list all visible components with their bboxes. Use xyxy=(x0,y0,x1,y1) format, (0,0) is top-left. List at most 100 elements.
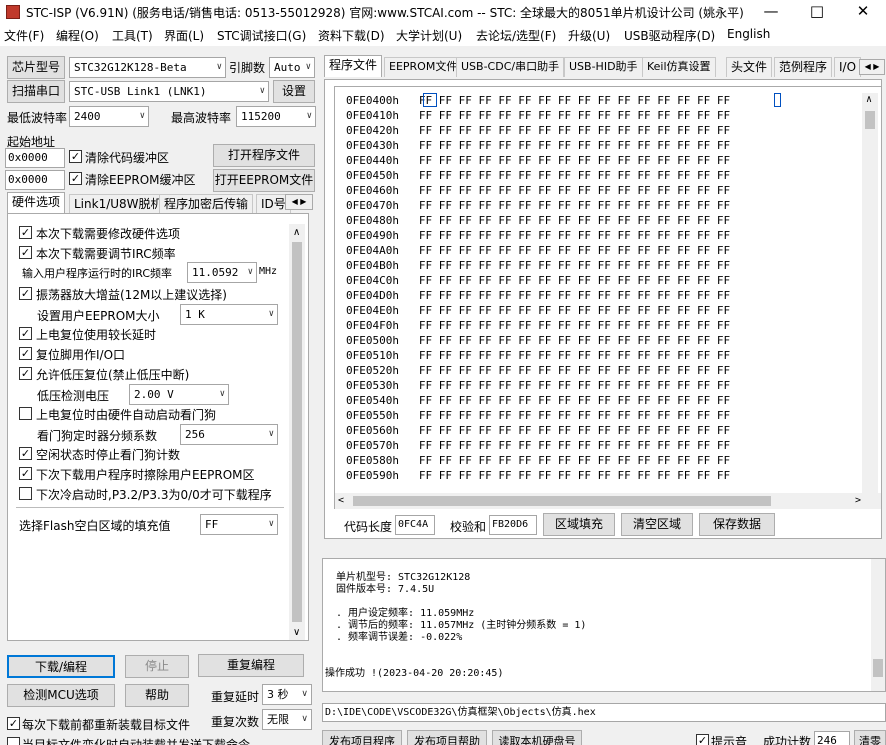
hex-row[interactable]: 0FE0420h FF FF FF FF FF FF FF FF FF FF F… xyxy=(346,123,730,138)
hex-row[interactable]: 0FE0480h FF FF FF FF FF FF FF FF FF FF F… xyxy=(346,213,730,228)
menu-university[interactable]: 大学计划(U) xyxy=(396,27,462,44)
scrollbar-thumb[interactable] xyxy=(353,496,771,506)
hex-row[interactable]: 0FE0570h FF FF FF FF FF FF FF FF FF FF F… xyxy=(346,438,730,453)
hex-row-bytes[interactable]: FF FF FF FF FF FF FF FF FF FF FF FF FF F… xyxy=(419,334,730,347)
hex-row-bytes[interactable]: FF FF FF FF FF FF FF FF FF FF FF FF FF F… xyxy=(419,184,730,197)
oscillator-gain-checkbox[interactable]: ✓ xyxy=(19,287,32,300)
hex-row-bytes[interactable]: FF FF FF FF FF FF FF FF FF FF FF FF FF F… xyxy=(419,304,730,317)
scrollbar-thumb[interactable] xyxy=(873,659,883,677)
download-program-button[interactable]: 下载/编程 xyxy=(7,655,115,678)
tab-hardware-options[interactable]: 硬件选项 xyxy=(7,192,66,214)
hex-row[interactable]: 0FE0410h FF FF FF FF FF FF FF FF FF FF F… xyxy=(346,108,730,123)
eeprom-address-input[interactable]: 0x0000 xyxy=(5,170,65,190)
modify-hardware-checkbox[interactable]: ✓ xyxy=(19,226,32,239)
log-scrollbar[interactable] xyxy=(871,559,885,691)
hex-row[interactable]: 0FE0560h FF FF FF FF FF FF FF FF FF FF F… xyxy=(346,423,730,438)
hex-row-bytes[interactable]: FF FF FF FF FF FF FF FF FF FF FF FF FF F… xyxy=(419,364,730,377)
low-voltage-select[interactable]: 2.00 V ∨ xyxy=(129,384,229,405)
min-baud-select[interactable]: 2400 ∨ xyxy=(69,106,149,127)
scrollbar-thumb[interactable] xyxy=(292,242,302,622)
hex-row[interactable]: 0FE0490h FF FF FF FF FF FF FF FF FF FF F… xyxy=(346,228,730,243)
settings-button[interactable]: 设置 xyxy=(273,80,315,103)
hex-row[interactable]: 0FE0470h FF FF FF FF FF FF FF FF FF FF F… xyxy=(346,198,730,213)
hex-row[interactable]: 0FE04C0h FF FF FF FF FF FF FF FF FF FF F… xyxy=(346,273,730,288)
hex-row-bytes[interactable]: FF FF FF FF FF FF FF FF FF FF FF FF FF F… xyxy=(419,214,730,227)
watchdog-divider-select[interactable]: 256 ∨ xyxy=(180,424,278,445)
hex-row-bytes[interactable]: FF FF FF FF FF FF FF FF FF FF FF FF FF F… xyxy=(419,379,730,392)
hex-row-bytes[interactable]: FF FF FF FF FF FF FF FF FF FF FF FF FF F… xyxy=(419,124,730,137)
hex-row[interactable]: 0FE04A0h FF FF FF FF FF FF FF FF FF FF F… xyxy=(346,243,730,258)
tab-program-file[interactable]: 程序文件 xyxy=(324,55,383,77)
hex-row[interactable]: 0FE0530h FF FF FF FF FF FF FF FF FF FF F… xyxy=(346,378,730,393)
tab-keil-sim[interactable]: Keil仿真设置 xyxy=(642,57,716,77)
help-button[interactable]: 帮助 xyxy=(125,684,189,707)
hex-row[interactable]: 0FE04B0h FF FF FF FF FF FF FF FF FF FF F… xyxy=(346,258,730,273)
menu-forum[interactable]: 去论坛/选型(F) xyxy=(476,27,556,44)
flash-fill-select[interactable]: FF ∨ xyxy=(200,514,278,535)
stop-button[interactable]: 停止 xyxy=(125,655,189,678)
hex-row[interactable]: 0FE0500h FF FF FF FF FF FF FF FF FF FF F… xyxy=(346,333,730,348)
tab-usb-hid[interactable]: USB-HID助手 xyxy=(564,57,643,77)
hex-row-bytes[interactable]: FF FF FF FF FF FF FF FF FF FF FF FF FF F… xyxy=(419,349,730,362)
maximize-button[interactable]: □ xyxy=(794,0,840,24)
hex-row-bytes[interactable]: FF FF FF FF FF FF FF FF FF FF FF FF FF F… xyxy=(419,139,730,152)
close-button[interactable]: ✕ xyxy=(840,0,886,24)
hex-row[interactable]: 0FE0590h FF FF FF FF FF FF FF FF FF FF F… xyxy=(346,468,730,483)
reset-pin-io-checkbox[interactable]: ✓ xyxy=(19,347,32,360)
hex-row[interactable]: 0FE0580h FF FF FF FF FF FF FF FF FF FF F… xyxy=(346,453,730,468)
scroll-down-icon[interactable]: ∨ xyxy=(293,628,300,638)
hex-row-bytes[interactable]: FF FF FF FF FF FF FF FF FF FF FF FF FF F… xyxy=(419,469,730,482)
hex-row-bytes[interactable]: FF FF FF FF FF FF FF FF FF FF FF FF FF F… xyxy=(419,94,730,107)
hex-row[interactable]: 0FE0540h FF FF FF FF FF FF FF FF FF FF F… xyxy=(346,393,730,408)
port-select[interactable]: STC-USB Link1 (LNK1) ∨ xyxy=(69,81,269,102)
menu-docs-download[interactable]: 资料下载(D) xyxy=(318,27,385,44)
scroll-up-icon[interactable]: ∧ xyxy=(293,228,300,238)
hex-row-bytes[interactable]: FF FF FF FF FF FF FF FF FF FF FF FF FF F… xyxy=(419,319,730,332)
menu-upgrade[interactable]: 升级(U) xyxy=(568,27,610,44)
hex-row-bytes[interactable]: FF FF FF FF FF FF FF FF FF FF FF FF FF F… xyxy=(419,409,730,422)
hex-row-bytes[interactable]: FF FF FF FF FF FF FF FF FF FF FF FF FF F… xyxy=(419,259,730,272)
menu-english[interactable]: English xyxy=(727,27,770,41)
pin-count-select[interactable]: Auto ∨ xyxy=(269,57,315,78)
scrollbar-thumb[interactable] xyxy=(865,111,875,129)
hex-horizontal-scrollbar[interactable]: < > xyxy=(335,493,881,509)
hex-row-bytes[interactable]: FF FF FF FF FF FF FF FF FF FF FF FF FF F… xyxy=(419,439,730,452)
reload-before-download-checkbox[interactable]: ✓ xyxy=(7,717,20,730)
hex-row-bytes[interactable]: FF FF FF FF FF FF FF FF FF FF FF FF FF F… xyxy=(419,229,730,242)
hex-row[interactable]: 0FE0510h FF FF FF FF FF FF FF FF FF FF F… xyxy=(346,348,730,363)
eeprom-size-select[interactable]: 1 K ∨ xyxy=(180,304,278,325)
cold-start-p32-checkbox[interactable] xyxy=(19,487,32,500)
publish-project-program-button[interactable]: 发布项目程序 xyxy=(322,730,402,745)
hex-row-bytes[interactable]: FF FF FF FF FF FF FF FF FF FF FF FF FF F… xyxy=(419,424,730,437)
hex-row[interactable]: 0FE0430h FF FF FF FF FF FF FF FF FF FF F… xyxy=(346,138,730,153)
scroll-right-icon[interactable]: > xyxy=(855,496,861,506)
low-voltage-reset-checkbox[interactable]: ✓ xyxy=(19,367,32,380)
menu-tools[interactable]: 工具(T) xyxy=(112,27,153,44)
clear-count-button[interactable]: 清零 xyxy=(854,730,886,745)
tab-header-file[interactable]: 头文件 xyxy=(726,57,773,77)
detect-mcu-button[interactable]: 检测MCU选项 xyxy=(7,684,115,707)
tab-scroll-arrows-icon[interactable]: ◀ ▶ xyxy=(859,59,885,75)
hex-row-bytes[interactable]: FF FF FF FF FF FF FF FF FF FF FF FF FF F… xyxy=(419,289,730,302)
hex-row-bytes[interactable]: FF FF FF FF FF FF FF FF FF FF FF FF FF F… xyxy=(419,244,730,257)
hex-row-bytes[interactable]: FF FF FF FF FF FF FF FF FF FF FF FF FF F… xyxy=(419,109,730,122)
tab-io[interactable]: I/O xyxy=(834,57,862,77)
erase-eeprom-checkbox[interactable]: ✓ xyxy=(19,467,32,480)
clear-code-checkbox[interactable]: ✓ xyxy=(69,150,82,163)
menu-interface[interactable]: 界面(L) xyxy=(164,27,204,44)
menu-debug-interface[interactable]: STC调试接口(G) xyxy=(217,27,306,44)
idle-stop-watchdog-checkbox[interactable]: ✓ xyxy=(19,447,32,460)
hex-row[interactable]: 0FE04E0h FF FF FF FF FF FF FF FF FF FF F… xyxy=(346,303,730,318)
hex-row[interactable]: 0FE0460h FF FF FF FF FF FF FF FF FF FF F… xyxy=(346,183,730,198)
publish-project-help-button[interactable]: 发布项目帮助 xyxy=(407,730,487,745)
sound-checkbox[interactable]: ✓ xyxy=(696,734,709,745)
menu-program[interactable]: 编程(O) xyxy=(56,27,99,44)
hex-row-bytes[interactable]: FF FF FF FF FF FF FF FF FF FF FF FF FF F… xyxy=(419,394,730,407)
minimize-button[interactable]: — xyxy=(748,0,794,24)
scroll-left-icon[interactable]: < xyxy=(338,496,344,506)
hex-view[interactable]: 0FE0400h FF FF FF FF FF FF FF FF FF FF F… xyxy=(334,86,882,509)
irc-frequency-select[interactable]: 11.0592 ∨ xyxy=(187,262,257,283)
hex-row-bytes[interactable]: FF FF FF FF FF FF FF FF FF FF FF FF FF F… xyxy=(419,154,730,167)
hex-row[interactable]: 0FE04F0h FF FF FF FF FF FF FF FF FF FF F… xyxy=(346,318,730,333)
hex-row[interactable]: 0FE0450h FF FF FF FF FF FF FF FF FF FF F… xyxy=(346,168,730,183)
